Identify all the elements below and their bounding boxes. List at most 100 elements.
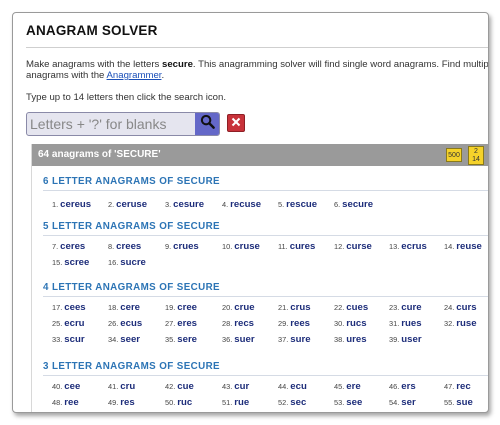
anagram-number: 5. [278,200,285,209]
anagram-word-link[interactable]: 1. cereus [52,199,91,210]
anagram-word-link[interactable]: 16. sucre [108,257,146,268]
anagram-word-link[interactable]: 42. cue [165,381,194,392]
anagram-word: crus [290,302,311,313]
anagram-word-link[interactable]: 14. reuse [444,241,482,252]
anagram-word-link[interactable]: 12. curse [334,241,372,252]
anagram-word-link[interactable]: 40. cee [52,381,80,392]
anagram-word: rues [401,318,422,329]
anagram-word-link[interactable]: 29. rees [278,318,310,329]
page-title: ANAGRAM SOLVER [26,23,158,38]
anagram-word: cures [289,241,316,252]
anagram-word-link[interactable]: 19. cree [165,302,197,313]
anagram-number: 32. [444,319,455,328]
anagram-word-link[interactable]: 51. rue [222,397,249,408]
anagram-number: 12. [334,242,345,251]
anagram-word-link[interactable]: 7. ceres [52,241,85,252]
anagram-word: cue [177,381,194,392]
anagram-word: ecrus [401,241,427,252]
search-button[interactable] [195,113,219,135]
anagram-word: cesure [173,199,205,210]
anagram-number: 20. [222,303,233,312]
anagram-word-link[interactable]: 11. cures [278,241,315,252]
anagram-word-link[interactable]: 39. user [389,334,422,345]
anagram-word-link[interactable]: 37. sure [278,334,311,345]
anagram-word-link[interactable]: 49. res [108,397,135,408]
anagram-word-link[interactable]: 27. eres [165,318,197,329]
anagram-word-link[interactable]: 43. cur [222,381,249,392]
anagram-word-link[interactable]: 25. ecru [52,318,85,329]
anagram-word: ecus [120,318,143,329]
anagram-word-link[interactable]: 46. ers [389,381,416,392]
anagram-word-link[interactable]: 3. cesure [165,199,204,210]
anagram-word-link[interactable]: 33. scur [52,334,85,345]
anagram-word-link[interactable]: 13. ecrus [389,241,427,252]
anagram-word-link[interactable]: 48. ree [52,397,79,408]
anagram-word-link[interactable]: 10. cruse [222,241,260,252]
max-results-badge[interactable]: 500 [446,148,462,162]
anagram-word-link[interactable]: 45. ere [334,381,361,392]
anagram-word-link[interactable]: 2. ceruse [108,199,147,210]
anagram-word-link[interactable]: 26. ecus [108,318,142,329]
anagram-number: 1. [52,200,59,209]
intro-text: Make anagrams with the letters secure. T… [26,59,488,81]
anagram-word-link[interactable]: 31. rues [389,318,422,329]
anagram-number: 4. [222,200,229,209]
anagrammer-link[interactable]: Anagrammer [107,70,162,81]
search-box [26,112,220,136]
intro-line2-suffix: . [161,70,165,81]
anagram-word: ruse [456,318,477,329]
anagram-word: see [346,397,363,408]
section-divider [43,296,488,297]
anagram-word: rue [234,397,250,408]
anagram-word: crue [234,302,255,313]
anagram-word-link[interactable]: 20. crue [222,302,255,313]
word-length-badge[interactable]: 2 14 [468,146,484,165]
anagram-word-link[interactable]: 22. cues [334,302,368,313]
anagram-word-link[interactable]: 52. sec [278,397,306,408]
anagram-word: recuse [230,199,262,210]
anagram-number: 13. [389,242,400,251]
anagram-word: cee [64,381,81,392]
anagram-word-link[interactable]: 38. ures [334,334,367,345]
anagram-word-link[interactable]: 9. crues [165,241,199,252]
anagram-word-link[interactable]: 17. cees [52,302,86,313]
anagram-number: 36. [222,335,233,344]
anagram-number: 48. [52,398,63,407]
anagram-word: ecru [64,318,85,329]
anagram-number: 7. [52,242,59,251]
anagram-word-link[interactable]: 21. crus [278,302,311,313]
anagram-word: rescue [286,199,318,210]
anagram-word-link[interactable]: 44. ecu [278,381,307,392]
anagram-word-link[interactable]: 15. scree [52,257,89,268]
anagram-number: 3. [165,200,172,209]
anagram-word-link[interactable]: 8. crees [108,241,141,252]
anagram-word-link[interactable]: 32. ruse [444,318,477,329]
anagram-word-link[interactable]: 18. cere [108,302,140,313]
anagram-word-link[interactable]: 24. curs [444,302,477,313]
anagram-word-link[interactable]: 34. seer [108,334,140,345]
anagram-word: suer [234,334,255,345]
anagram-word-link[interactable]: 55. sue [444,397,473,408]
section-divider [43,190,488,191]
anagram-word-link[interactable]: 36. suer [222,334,255,345]
anagram-word-link[interactable]: 47. rec [444,381,471,392]
anagram-word: cereus [60,199,92,210]
close-x-icon [231,114,241,132]
anagram-word-link[interactable]: 41. cru [108,381,135,392]
anagram-word-link[interactable]: 4. recuse [222,199,261,210]
anagram-word-link[interactable]: 28. recs [222,318,254,329]
anagram-word: cues [346,302,369,313]
anagram-word-link[interactable]: 53. see [334,397,362,408]
anagram-word-link[interactable]: 50. ruc [165,397,192,408]
anagram-word-link[interactable]: 30. rucs [334,318,367,329]
letters-input[interactable] [27,113,197,135]
anagram-word-link[interactable]: 6. secure [334,199,373,210]
clear-button[interactable] [227,114,245,132]
anagram-number: 2. [108,200,115,209]
anagram-word-link[interactable]: 5. rescue [278,199,317,210]
anagram-word: ecu [290,381,307,392]
anagram-word-link[interactable]: 54. ser [389,397,416,408]
anagram-word-link[interactable]: 23. cure [389,302,422,313]
anagram-word: sure [290,334,311,345]
anagram-word-link[interactable]: 35. sere [165,334,197,345]
